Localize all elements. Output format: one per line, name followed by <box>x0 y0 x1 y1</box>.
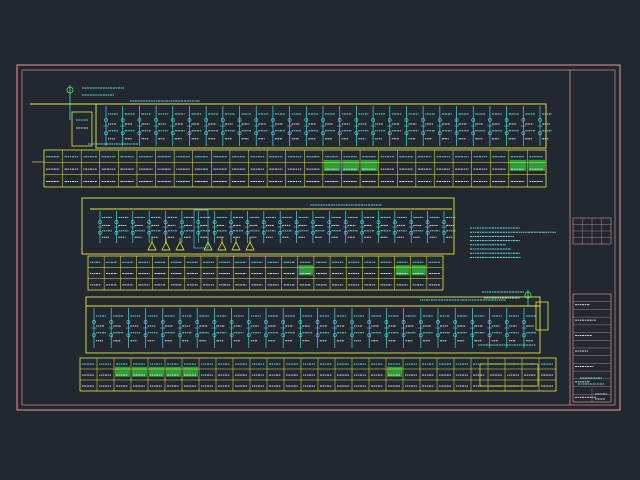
cad-drawing-canvas[interactable] <box>0 0 640 480</box>
model-space-background <box>0 0 640 480</box>
